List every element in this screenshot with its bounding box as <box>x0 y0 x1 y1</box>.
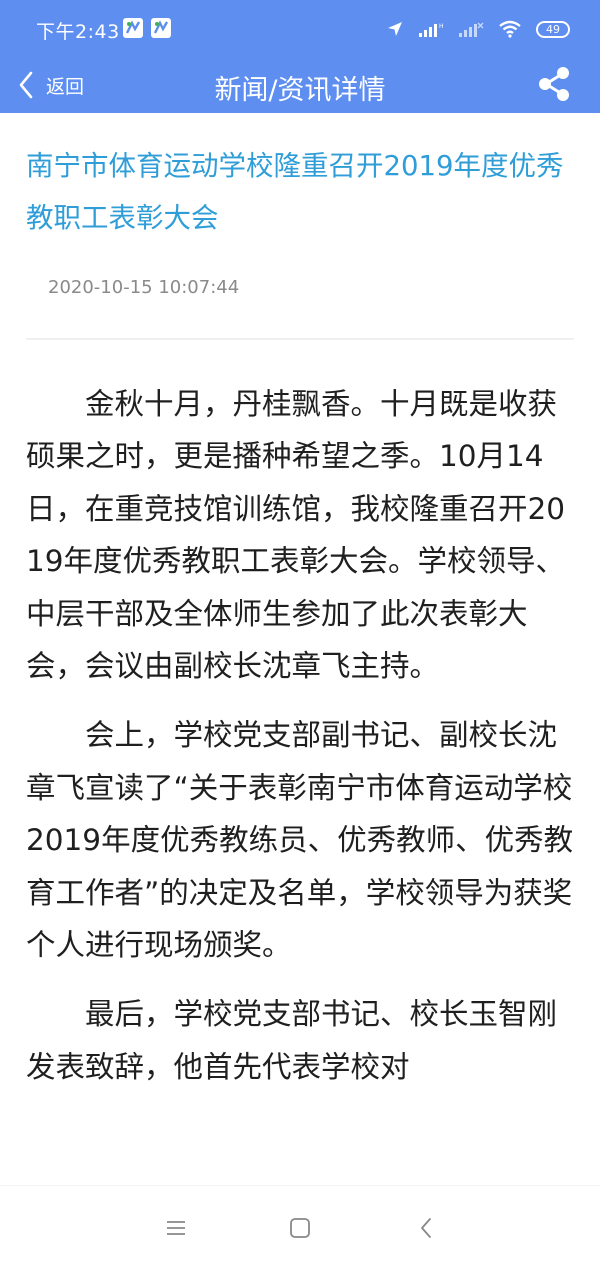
article-paragraph: 会上，学校党支部副书记、副校长沈章飞宣读了“关于表彰南宁市体育运动学校2019年… <box>26 718 574 963</box>
signal-icon: HD <box>419 23 444 37</box>
signal-2-icon <box>459 22 484 37</box>
share-button[interactable] <box>534 64 574 104</box>
app-notification-icon-2 <box>151 18 171 38</box>
status-icons: HD 49 <box>386 18 570 40</box>
menu-icon <box>167 1221 185 1235</box>
home-square-icon <box>290 1218 310 1238</box>
nav-bar-top: 返回 新闻/资讯详情 <box>0 58 600 113</box>
share-icon <box>539 67 569 101</box>
page-title: 新闻/资讯详情 <box>214 75 386 106</box>
system-nav-bar <box>0 1185 600 1268</box>
system-back-icon <box>421 1218 431 1238</box>
article-title: 南宁市体育运动学校隆重召开2019年度优秀教职工表彰大会 <box>26 150 564 234</box>
article-date: 2020-10-15 10:07:44 <box>48 277 240 298</box>
location-icon <box>388 22 402 36</box>
article-paragraph: 最后，学校党支部书记、校长玉智刚发表致辞，他首先代表学校对 <box>26 997 558 1084</box>
system-back-button[interactable] <box>406 1210 446 1246</box>
battery-indicator: 49 <box>536 20 570 38</box>
status-time: 下午2:43 <box>36 21 120 43</box>
app-header: 下午2:43 HD 49 返回 新闻/资讯详情 <box>0 0 600 113</box>
app-notification-icon <box>123 18 143 38</box>
status-bar: 下午2:43 HD 49 <box>0 0 600 58</box>
divider <box>26 338 574 340</box>
article-paragraph: 金秋十月，丹桂飘香。十月既是收获硕果之时，更是播种希望之季。10月14日，在重竞… <box>26 387 566 684</box>
svg-text:HD: HD <box>439 23 444 30</box>
menu-button[interactable] <box>156 1210 196 1246</box>
home-button[interactable] <box>280 1210 320 1246</box>
wifi-icon <box>499 20 521 38</box>
article-body: 金秋十月，丹桂飘香。十月既是收获硕果之时，更是播种希望之季。10月14日，在重竞… <box>26 378 580 1110</box>
